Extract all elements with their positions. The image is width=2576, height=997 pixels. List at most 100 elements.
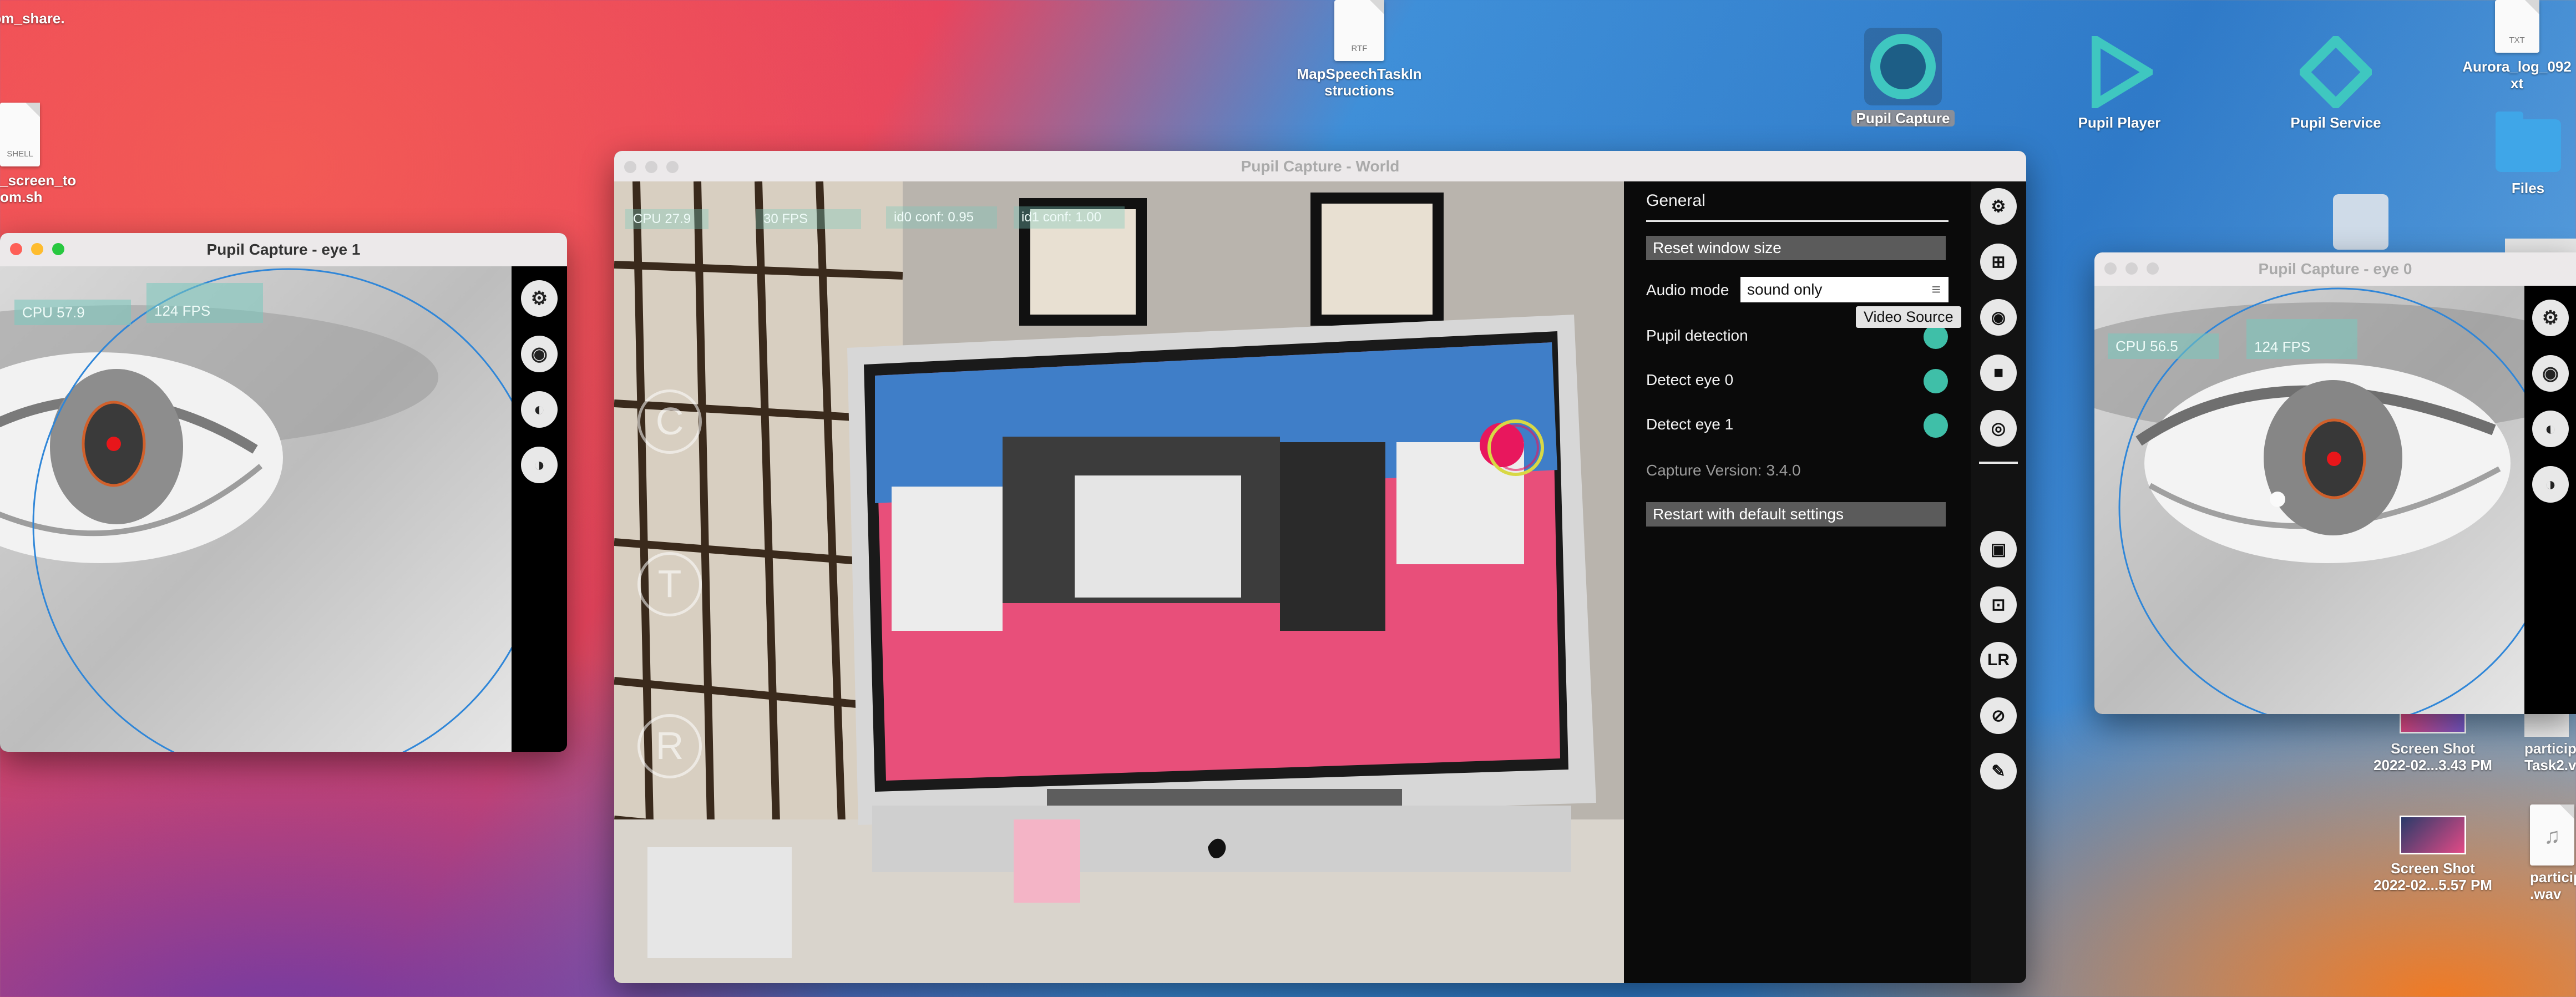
eye-detect-3d-icon[interactable]: ◑: [521, 447, 558, 483]
shell-file-icon: SHELL: [0, 103, 40, 166]
desktop-icon-label: MapSpeechTaskIn structions: [1297, 65, 1422, 99]
detect-eye1-label: Detect eye 1: [1646, 416, 1734, 433]
desktop-icon-screenshot-2[interactable]: Screen Shot 2022-02...5.57 PM: [2352, 816, 2513, 893]
minimize-button[interactable]: [31, 243, 43, 255]
close-button[interactable]: [624, 161, 636, 173]
minimize-button[interactable]: [2125, 262, 2138, 275]
general-settings-menu: General Reset window size Audio mode sou…: [1624, 181, 1971, 983]
desktop-icon-screenshot-1[interactable]: Screen Shot 2022-02...3.43 PM: [2352, 705, 2513, 773]
desktop-icon-screen-to-tom[interactable]: SHELL _screen_to om.sh: [0, 103, 83, 205]
eye1-titlebar[interactable]: Pupil Capture - eye 1: [0, 233, 567, 266]
desktop-icon-participant-wav[interactable]: ♫ participant .wav: [2530, 804, 2576, 902]
zoom-button[interactable]: [52, 243, 64, 255]
zoom-button[interactable]: [666, 161, 679, 173]
capture-version: Capture Version: 3.4.0: [1646, 462, 1801, 479]
eye1-sidebar: ⚙ ◉ ◐ ◑: [512, 266, 567, 752]
desktop-icon-mapspeech[interactable]: RTF MapSpeechTaskIn structions: [1287, 0, 1431, 99]
target-icon[interactable]: ◎: [1980, 410, 2017, 447]
desktop-thumbnail[interactable]: [2333, 194, 2388, 250]
menu-heading: General: [1646, 191, 1705, 210]
reset-window-size-button[interactable]: Reset window size: [1646, 236, 1946, 260]
video-source-icon[interactable]: ◉: [1980, 299, 2017, 336]
camera-icon[interactable]: ◉: [521, 336, 558, 372]
gear-icon[interactable]: ⚙: [1980, 188, 2017, 225]
world-camera-view: CPU 27.9 30 FPS id0 conf: 0.95 id1 conf:…: [614, 181, 1624, 983]
eye0-window[interactable]: Pupil Capture - eye 0 CPU 56.5 124 FPS ⚙…: [2094, 252, 2576, 714]
world-window[interactable]: Pupil Capture - World CPU 27.9 30 FPS id…: [614, 151, 2026, 983]
scene-image: [614, 181, 1624, 983]
window-controls: [2104, 262, 2159, 275]
pupil-detection-toggle[interactable]: [1924, 325, 1948, 349]
world-icon-bar: ⚙ ⊞ ◉ ■ ◎ ▣ ⊡ LR ⊘ ✎: [1971, 181, 2026, 983]
detect-eye0-label: Detect eye 0: [1646, 371, 1734, 388]
eye0-titlebar[interactable]: Pupil Capture - eye 0: [2094, 252, 2576, 286]
cpu-readout: CPU 57.9: [14, 300, 131, 325]
window-controls: [624, 161, 679, 173]
menu-divider: [1646, 220, 1949, 222]
desktop-icon-label: participant Task2.v: [2524, 740, 2576, 773]
test-button[interactable]: T: [637, 552, 702, 616]
close-button[interactable]: [10, 243, 22, 255]
cpu-readout: CPU 27.9: [625, 209, 708, 229]
gear-icon[interactable]: ⚙: [2532, 300, 2569, 336]
detect-eye1-toggle[interactable]: [1924, 413, 1948, 438]
eye0-sidebar: ⚙ ◉ ◐ ◑: [2524, 286, 2576, 714]
desktop-icon-label: Files: [2511, 180, 2545, 196]
close-button[interactable]: [2104, 262, 2117, 275]
text-file-icon: TXT: [2494, 0, 2539, 53]
world-titlebar[interactable]: Pupil Capture - World: [614, 151, 2026, 181]
desktop-icon-files[interactable]: Files: [2480, 112, 2576, 196]
annotation-icon[interactable]: ✎: [1980, 753, 2017, 789]
eye-detect-icon[interactable]: ◐: [2532, 411, 2569, 447]
desktop-icon-pupil-capture[interactable]: Pupil Capture: [1848, 28, 1958, 126]
chevron-down-icon: ≡: [1931, 281, 1941, 298]
desktop-icon-label: _screen_to om.sh: [0, 172, 77, 205]
id0-confidence: id0 conf: 0.95: [886, 206, 997, 229]
audio-file-icon: ♫: [2530, 804, 2574, 866]
pupil-capture-app-icon: [1864, 28, 1942, 105]
desktop-icon-pupil-service[interactable]: Pupil Service: [2280, 33, 2391, 131]
restart-default-settings-button[interactable]: Restart with default settings: [1646, 502, 1946, 527]
fps-readout: 124 FPS: [146, 283, 263, 323]
recorder-icon[interactable]: ■: [1980, 355, 2017, 391]
desktop-icon-label: _tom_share. sh: [0, 10, 65, 27]
icon-bar-divider: [1979, 462, 2018, 464]
detect-eye0-toggle[interactable]: [1924, 369, 1948, 393]
zoom-button[interactable]: [2147, 262, 2159, 275]
eye1-window[interactable]: Pupil Capture - eye 1 CPU 57.9 124 FPS ⚙…: [0, 233, 567, 752]
camera-icon[interactable]: ◉: [2532, 355, 2569, 392]
eye-image: [0, 268, 512, 752]
desktop-icon-label: Pupil Player: [2078, 114, 2161, 131]
cast-icon[interactable]: ▣: [1980, 531, 2017, 568]
desktop-icon-pupil-player[interactable]: Pupil Player: [2064, 33, 2175, 131]
desktop-icon-label: Screen Shot 2022-02...5.57 PM: [2373, 860, 2492, 893]
audio-mode-select[interactable]: sound only ≡: [1740, 277, 1949, 302]
video-source-tooltip: Video Source: [1856, 306, 1961, 328]
desktop-icon-tom-share[interactable]: _tom_share. sh: [0, 10, 65, 43]
audio-mode-label: Audio mode: [1646, 281, 1729, 298]
pupil-marker: [107, 437, 121, 451]
desktop-icon-aurora-log[interactable]: TXT Aurora_log_092 xt: [2458, 0, 2576, 92]
audio-mode-value: sound only: [1747, 281, 1823, 298]
minimize-button[interactable]: [645, 161, 657, 173]
pupil-player-app-icon: [2083, 33, 2155, 111]
window-controls: [10, 243, 64, 255]
calibrate-button[interactable]: C: [637, 389, 702, 454]
lr-icon[interactable]: LR: [1980, 642, 2017, 679]
gear-icon[interactable]: ⚙: [521, 280, 558, 317]
eye0-camera-view: CPU 56.5 124 FPS: [2094, 286, 2524, 714]
fps-readout: 30 FPS: [756, 209, 861, 229]
window-title: Pupil Capture - eye 0: [2258, 260, 2412, 277]
desktop-icon-participant-task2[interactable]: participant Task2.v: [2524, 705, 2576, 773]
blink-icon[interactable]: ⊘: [1980, 697, 2017, 734]
folder-icon: [2495, 112, 2561, 172]
surface-tracker-icon[interactable]: ⊡: [1980, 586, 2017, 623]
record-button[interactable]: R: [637, 714, 702, 778]
plugin-manager-icon[interactable]: ⊞: [1980, 244, 2017, 280]
eye-detect-3d-icon[interactable]: ◑: [2532, 466, 2569, 503]
rtf-file-icon: RTF: [1334, 0, 1384, 61]
screenshot-thumbnail: [2400, 816, 2466, 854]
id1-confidence: id1 conf: 1.00: [1014, 206, 1125, 229]
eye-detect-icon[interactable]: ◐: [521, 391, 558, 428]
desktop-icon-label: Pupil Service: [2290, 114, 2381, 131]
